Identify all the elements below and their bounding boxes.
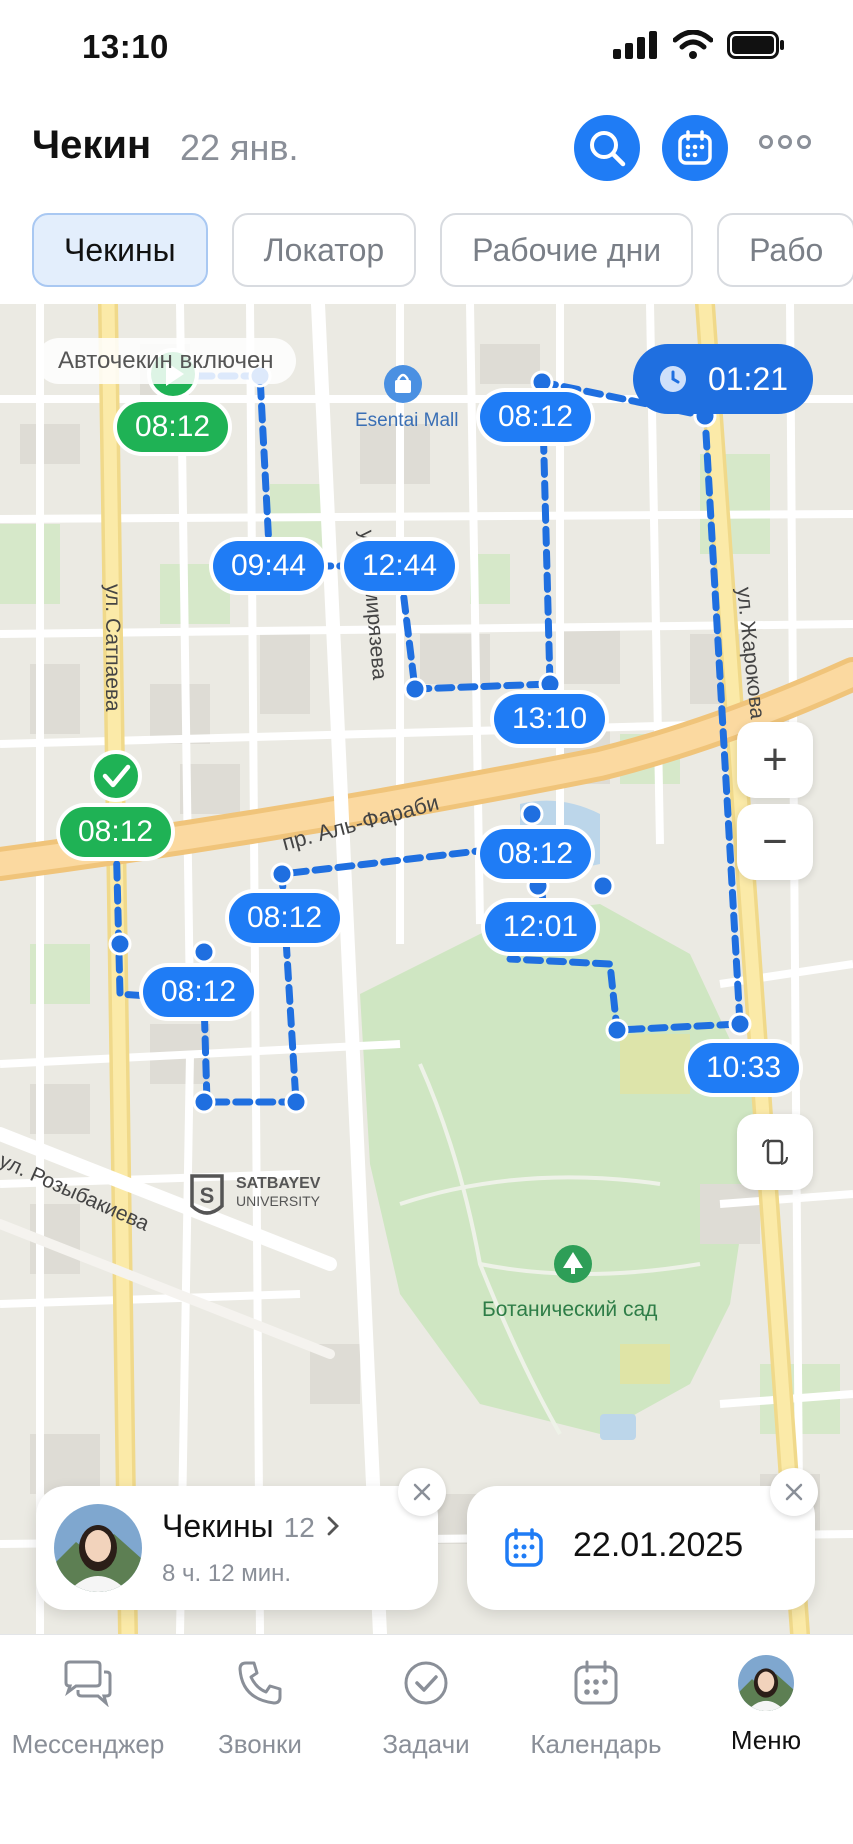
checkpoint-pill[interactable]: 08:12 [480, 829, 592, 879]
place-label-garden: Ботанический сад [482, 1298, 658, 1321]
checkins-summary-card[interactable]: Чекины 12 8 ч. 12 мин. [36, 1486, 438, 1610]
checkpoint-pill[interactable]: 08:12 [117, 402, 229, 452]
clock-icon [659, 366, 686, 392]
tab-more[interactable]: Рабо [717, 213, 853, 287]
checkpoint-pill[interactable]: 13:10 [494, 694, 606, 744]
nav-label: Мессенджер [11, 1729, 165, 1759]
battery-icon [727, 31, 784, 59]
tab-checkins[interactable]: Чекины [32, 213, 208, 287]
nav-calendar[interactable]: Календарь [511, 1659, 681, 1760]
nav-menu[interactable]: Меню [681, 1655, 851, 1756]
zoom-in-button[interactable]: + [737, 722, 813, 798]
calendar-button[interactable] [662, 115, 728, 181]
tab-bar: Чекины Локатор Рабочие дни Рабо [32, 213, 853, 287]
tab-locator[interactable]: Локатор [231, 213, 417, 287]
zoom-out-button[interactable]: − [737, 804, 813, 880]
phone-icon [238, 1661, 282, 1705]
calendar-icon [574, 1660, 618, 1705]
selected-date: 22.01.2025 [573, 1526, 744, 1564]
summary-duration: 8 ч. 12 мин. [162, 1560, 292, 1587]
wifi-icon [673, 30, 713, 59]
map-view[interactable]: S ул. Сатпаева ул. Тимирязева ул. Жароко… [0, 304, 853, 1634]
rotate-button[interactable] [737, 1114, 813, 1190]
bottom-nav: Мессенджер Звонки Задачи Календарь Меню [0, 1634, 853, 1844]
page-date: 22 янв. [180, 127, 299, 168]
page-title: Чекин [32, 123, 152, 167]
nav-calls[interactable]: Звонки [175, 1659, 345, 1760]
place-label-mall: Esentai Mall [355, 410, 459, 431]
svg-text:S: S [200, 1183, 215, 1208]
search-button[interactable] [574, 115, 640, 181]
nav-label: Звонки [218, 1729, 302, 1759]
place-label-university-1: SATBAYEV [236, 1175, 321, 1192]
nav-messenger[interactable]: Мессенджер [3, 1659, 173, 1760]
search-icon [590, 131, 626, 167]
nav-label: Календарь [530, 1729, 662, 1759]
avatar [54, 1504, 142, 1592]
checkpoint-pill[interactable]: 12:01 [485, 902, 597, 952]
nav-label: Меню [730, 1725, 802, 1755]
autocheckin-badge: Авточекин включен [36, 338, 296, 384]
place-label-university-2: UNIVERSITY [236, 1193, 321, 1209]
tab-workdays[interactable]: Рабочие дни [440, 213, 694, 287]
finish-marker [90, 750, 142, 802]
more-button[interactable] [759, 135, 811, 149]
check-circle-icon [404, 1661, 448, 1705]
chevron-right-icon [327, 1516, 339, 1536]
checkpoint-pill[interactable]: 08:12 [143, 967, 255, 1017]
calendar-icon [505, 1528, 543, 1567]
avatar [738, 1655, 794, 1711]
status-time: 13:10 [82, 28, 169, 65]
chat-icon [64, 1660, 112, 1707]
checkpoint-pill[interactable]: 08:12 [229, 893, 341, 943]
status-bar: 13:10 [0, 0, 853, 95]
status-icons [613, 30, 785, 60]
close-icon [785, 1483, 803, 1501]
timer-value: 01:21 [707, 360, 789, 397]
app-header: Чекин 22 янв. [0, 95, 853, 195]
checkpoint-pill[interactable]: 08:12 [480, 392, 592, 442]
more-icon [759, 135, 773, 149]
rotate-icon [762, 1139, 788, 1165]
close-date-button[interactable] [770, 1468, 818, 1516]
checkpoint-pill[interactable]: 08:12 [60, 807, 172, 857]
nav-tasks[interactable]: Задачи [341, 1659, 511, 1760]
close-summary-button[interactable] [398, 1468, 446, 1516]
nav-label: Задачи [382, 1729, 470, 1759]
summary-title: Чекины [162, 1508, 274, 1544]
calendar-icon [678, 130, 712, 165]
street-label-satpaeva: ул. Сатпаева [101, 584, 124, 712]
checkpoint-pill[interactable]: 12:44 [344, 541, 456, 591]
date-filter-card[interactable]: 22.01.2025 [467, 1486, 815, 1610]
close-icon [413, 1483, 431, 1501]
signal-icon [613, 31, 657, 59]
map-base: S [0, 304, 853, 1634]
timer-badge[interactable]: 01:21 [633, 344, 813, 414]
summary-count: 12 [283, 1512, 315, 1543]
checkpoint-pill[interactable]: 10:33 [688, 1043, 800, 1093]
checkpoint-pill[interactable]: 09:44 [213, 541, 325, 591]
